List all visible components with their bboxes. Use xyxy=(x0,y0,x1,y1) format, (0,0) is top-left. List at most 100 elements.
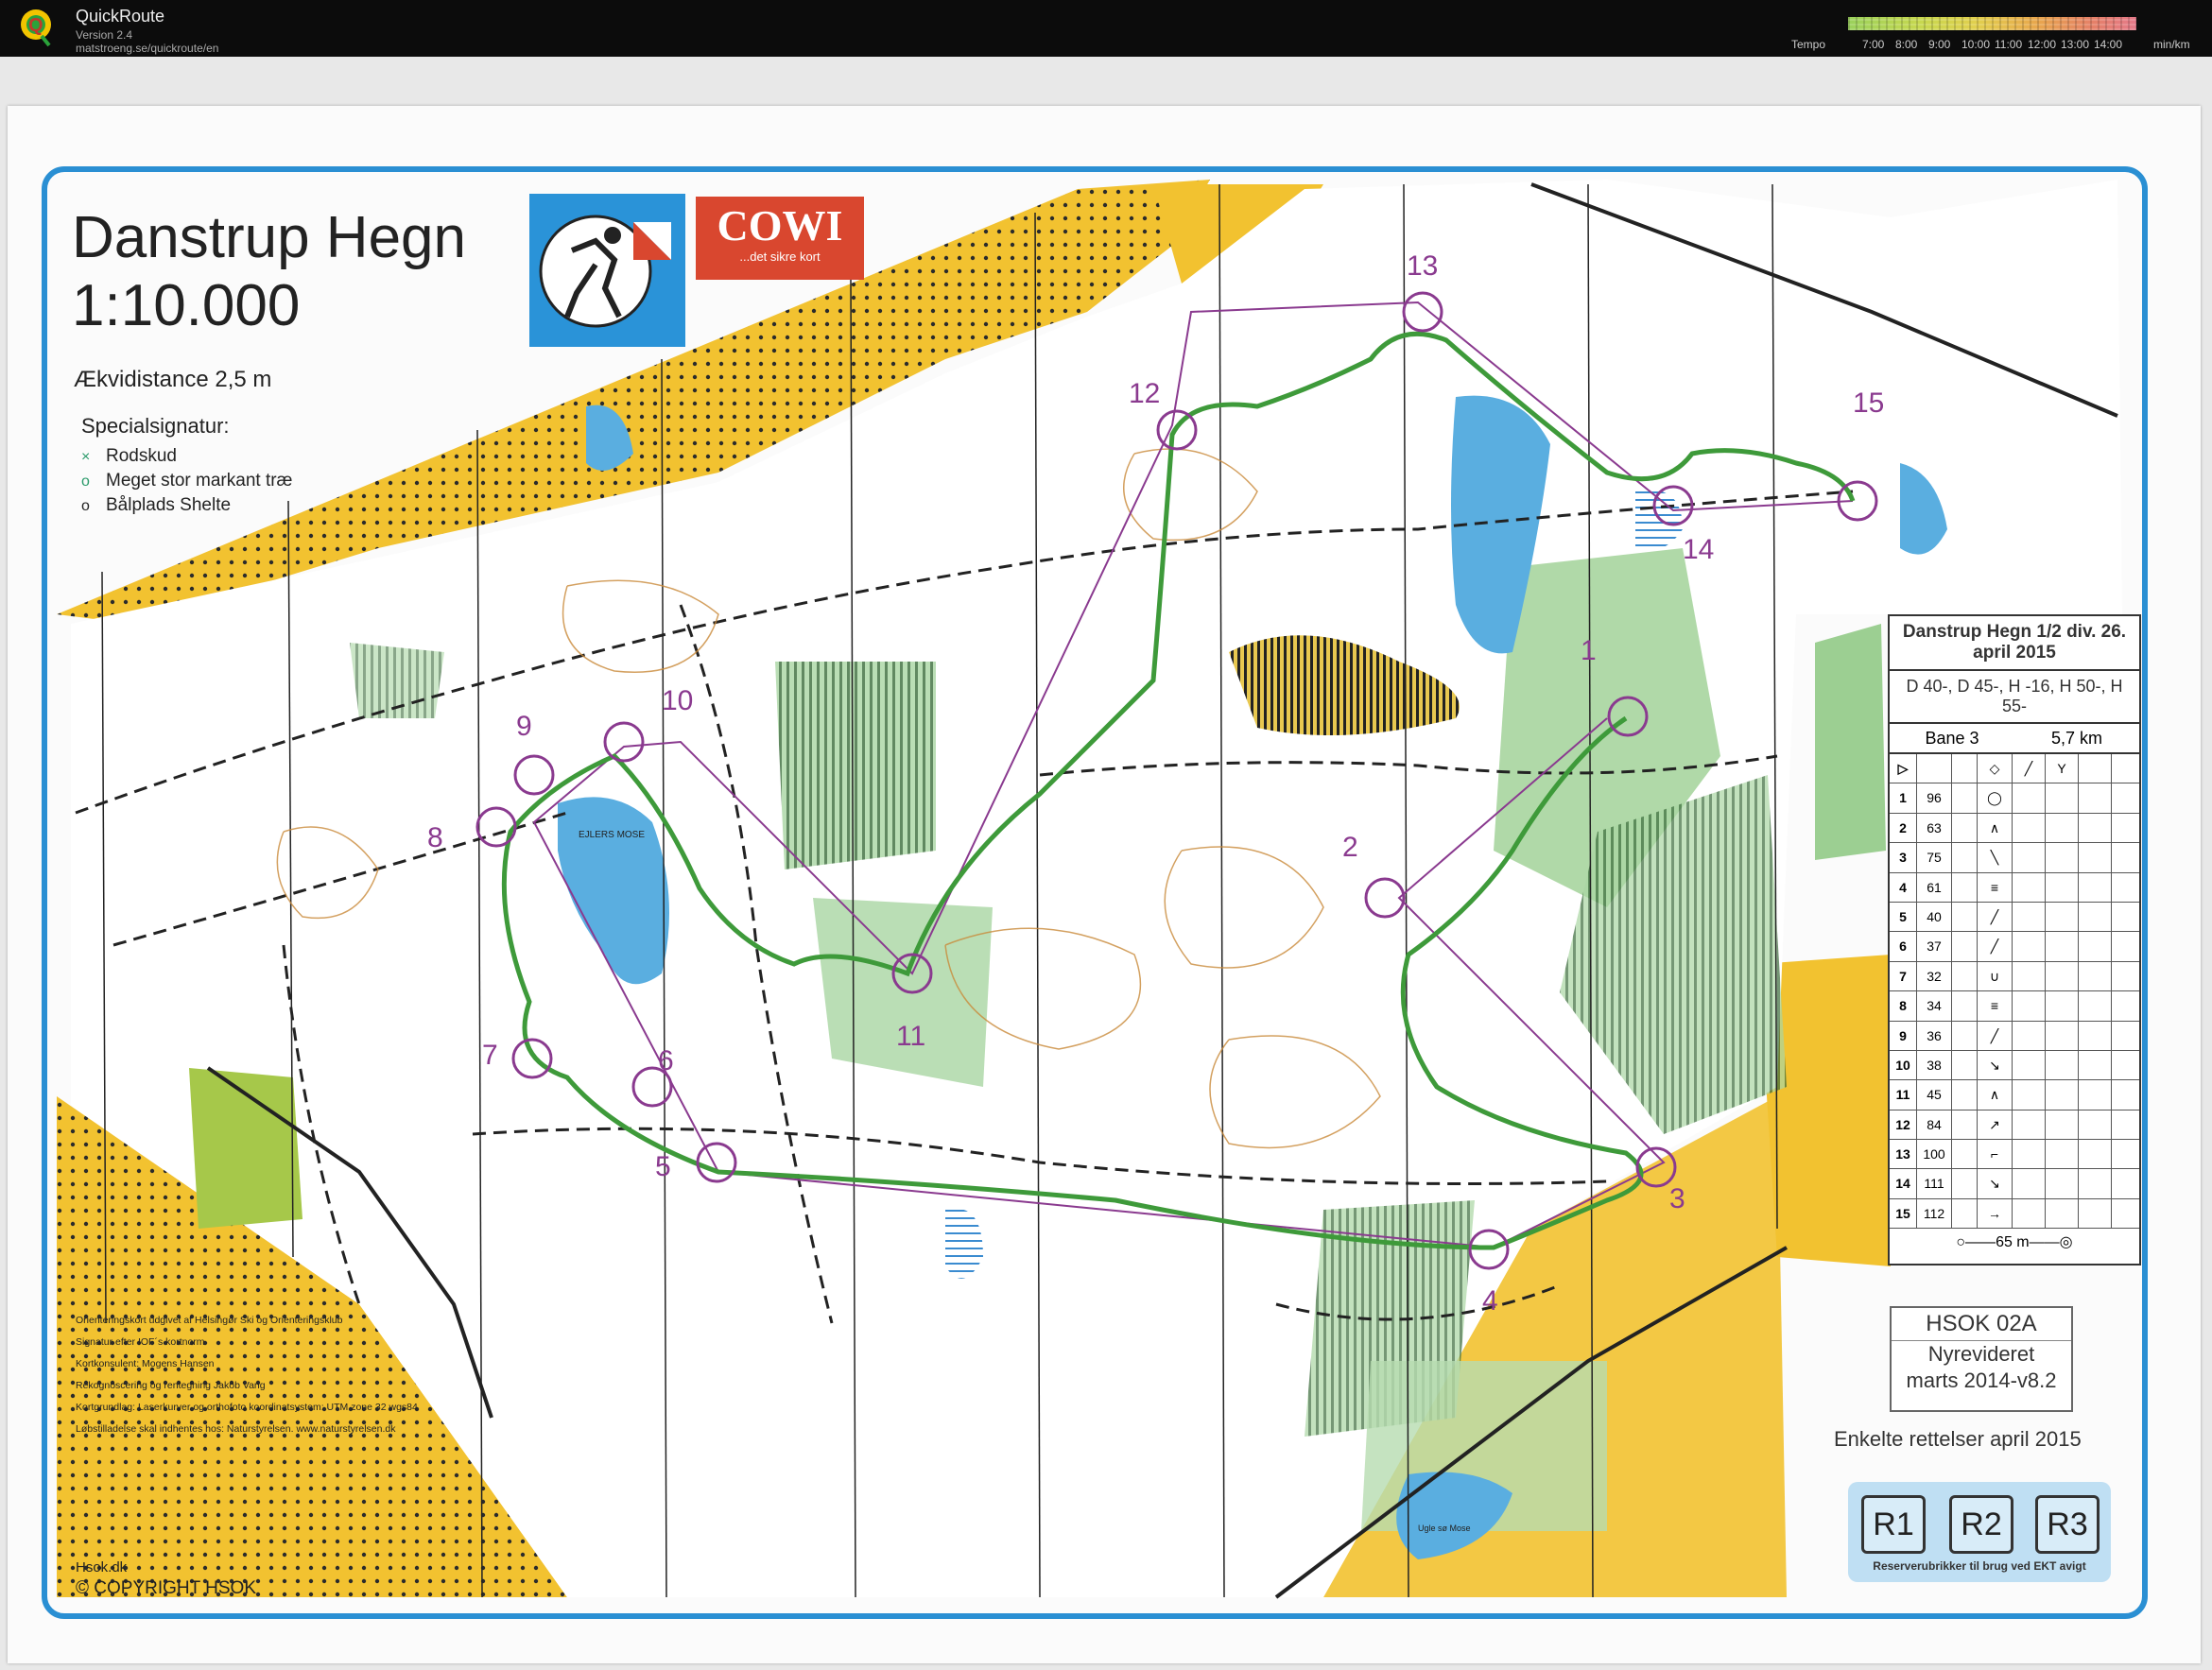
imprint-line: Kortgrundlag: Laserkurver og orthofoto k… xyxy=(76,1402,418,1413)
control-extra-cell xyxy=(2112,1169,2139,1197)
map-code: HSOK 02A xyxy=(1892,1308,2071,1341)
control-appearance-cell xyxy=(2013,813,2046,843)
imprint-line: Rekognoscering og rentegning Jakob Vang xyxy=(76,1380,266,1391)
revision-line-2: marts 2014-v8.2 xyxy=(1906,1369,2057,1392)
control-detail-cell xyxy=(2046,843,2079,872)
card-control-row: 11 45 ∧ xyxy=(1890,1080,2139,1110)
control-code-cell: 34 xyxy=(1917,991,1952,1021)
website-link[interactable]: Hsok.dk xyxy=(76,1559,127,1575)
control-location-cell xyxy=(2079,1080,2112,1110)
map-scale: 1:10.000 xyxy=(72,273,301,338)
sponsor-name: COWI xyxy=(717,201,843,250)
control-extra-cell xyxy=(2112,1051,2139,1079)
map-title: Danstrup Hegn xyxy=(72,205,467,270)
reserve-box-r2: R2 xyxy=(1949,1495,2013,1554)
control-code-cell: 100 xyxy=(1917,1140,1952,1169)
control-number-cell: 9 xyxy=(1890,1021,1917,1050)
card-control-row: 15 112 → xyxy=(1890,1198,2139,1230)
control-location-cell xyxy=(2079,813,2112,843)
card-start-row: ▷ ◇ ╱ Y xyxy=(1890,754,2139,784)
sponsor-tagline: ...det sikre kort xyxy=(739,250,821,264)
control-description-card: Danstrup Hegn 1/2 div. 26. april 2015 D … xyxy=(1888,614,2141,1265)
special-symbol-label: Rodskud xyxy=(106,446,177,466)
control-number-cell: 14 xyxy=(1890,1169,1917,1198)
control-feature-cell: ∪ xyxy=(1978,961,2013,991)
control-column-cell xyxy=(1952,1050,1978,1080)
imprint-line: Kortkonsulent: Mogens Hansen xyxy=(76,1358,215,1369)
card-control-row: 5 40 ╱ xyxy=(1890,902,2139,933)
control-feature-cell: ≡ xyxy=(1978,872,2013,902)
control-appearance-cell xyxy=(2013,961,2046,991)
control-code-cell: 36 xyxy=(1917,1021,1952,1050)
control-location-cell xyxy=(2079,1050,2112,1080)
control-location-cell xyxy=(2079,902,2112,932)
control-column-cell xyxy=(1952,1198,1978,1229)
control-appearance-cell xyxy=(2013,1169,2046,1198)
card-control-row: 1 96 ◯ xyxy=(1890,783,2139,814)
control-column-cell xyxy=(1952,1169,1978,1198)
control-location-cell xyxy=(2079,1198,2112,1229)
special-symbol-item: × Rodskud xyxy=(81,444,292,469)
control-code-cell: 112 xyxy=(1917,1198,1952,1229)
card-control-row: 8 34 ≡ xyxy=(1890,991,2139,1022)
control-appearance-cell xyxy=(2013,783,2046,813)
card-control-row: 9 36 ╱ xyxy=(1890,1021,2139,1051)
control-location-cell xyxy=(2079,1110,2112,1140)
course-name: Bane 3 xyxy=(1925,729,1979,748)
card-control-row: 10 38 ↘ xyxy=(1890,1050,2139,1081)
control-extra-cell xyxy=(2112,1110,2139,1139)
control-appearance-cell xyxy=(2013,1080,2046,1110)
control-number-cell: 13 xyxy=(1890,1140,1917,1169)
diamond-icon: ◇ xyxy=(1978,754,2013,783)
control-location-cell xyxy=(2079,843,2112,872)
sponsor-logo: COWI ...det sikre kort xyxy=(696,197,864,280)
control-detail-cell xyxy=(2046,1140,2079,1169)
control-appearance-cell xyxy=(2013,843,2046,872)
special-symbol-item: o Bålplads Shelte xyxy=(81,493,292,518)
control-number-cell: 1 xyxy=(1890,783,1917,813)
control-appearance-cell xyxy=(2013,1050,2046,1080)
control-extra-cell xyxy=(2112,903,2139,931)
copyright-notice: © COPYRIGHT HSOK xyxy=(76,1578,257,1598)
control-location-cell xyxy=(2079,991,2112,1021)
control-location-cell xyxy=(2079,1140,2112,1169)
control-feature-cell: ↘ xyxy=(1978,1050,2013,1080)
control-code-cell: 75 xyxy=(1917,843,1952,872)
circle-icon: o xyxy=(81,498,90,514)
control-number-cell: 4 xyxy=(1890,872,1917,902)
control-column-cell xyxy=(1952,1021,1978,1050)
card-finish-row: ○——65 m——◎ xyxy=(1956,1234,2073,1251)
card-control-row: 3 75 ╲ xyxy=(1890,843,2139,873)
control-number-cell: 11 xyxy=(1890,1080,1917,1110)
control-number-cell: 10 xyxy=(1890,1050,1917,1080)
control-extra-cell xyxy=(2112,1022,2139,1050)
card-control-row: 4 61 ≡ xyxy=(1890,872,2139,903)
control-detail-cell xyxy=(2046,1021,2079,1050)
control-number-cell: 7 xyxy=(1890,961,1917,991)
control-detail-cell xyxy=(2046,902,2079,932)
control-detail-cell xyxy=(2046,1198,2079,1229)
card-control-row: 7 32 ∪ xyxy=(1890,961,2139,992)
reserve-box-r3: R3 xyxy=(2035,1495,2100,1554)
control-code-cell: 96 xyxy=(1917,783,1952,813)
control-detail-cell xyxy=(2046,872,2079,902)
card-control-row: 12 84 ↗ xyxy=(1890,1110,2139,1141)
control-code-cell: 63 xyxy=(1917,813,1952,843)
control-column-cell xyxy=(1952,991,1978,1021)
control-column-cell xyxy=(1952,783,1978,813)
card-control-row: 2 63 ∧ xyxy=(1890,813,2139,844)
finish-distance: 65 m xyxy=(1996,1234,2030,1251)
imprint-line: Signatur efter IOF´s kortnorm xyxy=(76,1336,205,1348)
control-code-cell: 37 xyxy=(1917,932,1952,961)
control-feature-cell: ╱ xyxy=(1978,1021,2013,1050)
control-appearance-cell xyxy=(2013,991,2046,1021)
control-location-cell xyxy=(2079,932,2112,961)
control-location-cell xyxy=(2079,1169,2112,1198)
control-number-cell: 6 xyxy=(1890,932,1917,961)
card-control-row: 6 37 ╱ xyxy=(1890,932,2139,962)
orienteer-logo-icon xyxy=(539,215,671,328)
control-appearance-cell xyxy=(2013,1021,2046,1050)
card-header: Danstrup Hegn 1/2 div. 26. april 2015 xyxy=(1890,616,2139,671)
control-appearance-cell xyxy=(2013,902,2046,932)
control-location-cell xyxy=(2079,783,2112,813)
